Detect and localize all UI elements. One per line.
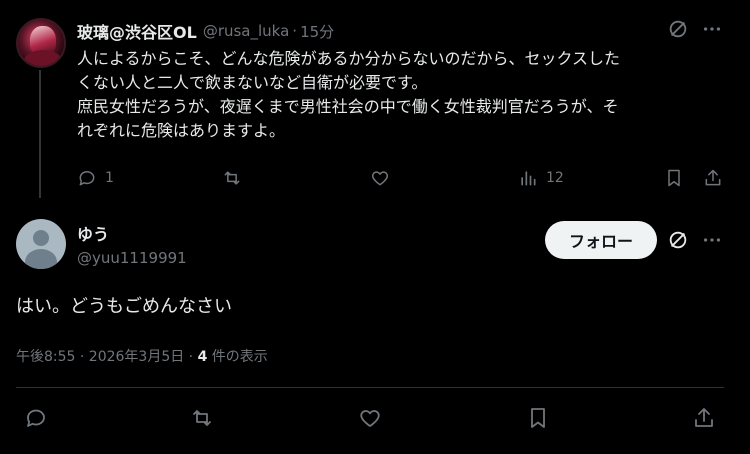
parent-tweet-top-actions bbox=[667, 18, 723, 40]
parent-author-name[interactable]: 玻璃@渋谷区OL bbox=[77, 19, 197, 43]
bookmark-button[interactable] bbox=[664, 168, 684, 188]
share-icon bbox=[705, 169, 721, 186]
parent-tweet-action-bar: 1 12 bbox=[0, 168, 750, 192]
views-icon bbox=[521, 171, 536, 186]
reply-tweet-top-actions bbox=[667, 229, 723, 251]
reply-button[interactable]: 1 bbox=[77, 168, 114, 188]
view-count: 12 bbox=[546, 170, 564, 186]
avatar-head-shape bbox=[33, 230, 49, 246]
reply-button[interactable] bbox=[24, 406, 48, 430]
reply-author-handle[interactable]: @yuu1119991 bbox=[77, 249, 187, 267]
reply-view-count: 4 bbox=[197, 349, 208, 365]
more-icon[interactable] bbox=[701, 18, 723, 40]
reply-icon bbox=[79, 171, 95, 186]
like-button[interactable] bbox=[358, 406, 382, 430]
follow-button[interactable]: フォロー bbox=[545, 221, 657, 259]
like-icon bbox=[360, 410, 380, 427]
retweet-button[interactable] bbox=[190, 406, 214, 430]
tweet-thread: 玻璃@渋谷区OL @rusa_luka · 15分 人によるからこそ、どんな危険… bbox=[0, 0, 750, 454]
reply-timestamp[interactable]: 午後8:55 · 2026年3月5日 · bbox=[16, 349, 198, 365]
reply-icon bbox=[27, 409, 45, 427]
share-icon bbox=[695, 408, 713, 427]
grok-icon[interactable] bbox=[667, 229, 689, 251]
parent-tweet-header: 玻璃@渋谷区OL @rusa_luka · 15分 bbox=[77, 20, 334, 42]
parent-author-handle[interactable]: @rusa_luka bbox=[203, 22, 289, 40]
more-icon[interactable] bbox=[701, 229, 723, 251]
share-button[interactable] bbox=[692, 406, 716, 430]
divider bbox=[16, 387, 724, 388]
like-button[interactable] bbox=[370, 168, 390, 188]
parent-tweet-line: くない人と二人で飲まないなど自衛が必要です。 bbox=[77, 73, 428, 92]
parent-author-avatar[interactable] bbox=[16, 18, 66, 68]
share-button[interactable] bbox=[703, 168, 723, 188]
header-separator: · bbox=[292, 22, 298, 40]
parent-tweet-time[interactable]: 15分 bbox=[300, 21, 334, 42]
views-button[interactable]: 12 bbox=[518, 168, 564, 188]
retweet-icon bbox=[193, 410, 211, 426]
reply-author-name[interactable]: ゆう bbox=[77, 221, 109, 245]
bookmark-icon bbox=[531, 408, 545, 428]
bookmark-icon bbox=[668, 169, 680, 187]
reply-author-avatar[interactable] bbox=[16, 219, 66, 269]
parent-tweet-line: れぞれに危険はありますよ。 bbox=[77, 121, 286, 140]
parent-tweet-text: 人によるからこそ、どんな危険があるか分からないのだから、セックスした くない人と… bbox=[77, 47, 727, 143]
reply-tweet-action-bar bbox=[0, 406, 750, 430]
reply-tweet-meta: 午後8:55 · 2026年3月5日 · 4 件の表示 bbox=[16, 346, 268, 366]
retweet-icon bbox=[224, 171, 240, 185]
reply-tweet-text: はい。どうもごめんなさい bbox=[16, 296, 232, 317]
like-icon bbox=[371, 171, 389, 186]
avatar-body-shape bbox=[25, 249, 57, 269]
bookmark-button[interactable] bbox=[526, 406, 550, 430]
retweet-button[interactable] bbox=[222, 168, 242, 188]
grok-icon[interactable] bbox=[667, 18, 689, 40]
reply-view-suffix: 件の表示 bbox=[207, 349, 268, 365]
parent-tweet-line: 人によるからこそ、どんな危険があるか分からないのだから、セックスした bbox=[77, 49, 621, 68]
parent-tweet-line: 庶民女性だろうが、夜遅くまで男性社会の中で働く女性裁判官だろうが、そ bbox=[77, 97, 619, 116]
reply-count: 1 bbox=[105, 170, 114, 186]
